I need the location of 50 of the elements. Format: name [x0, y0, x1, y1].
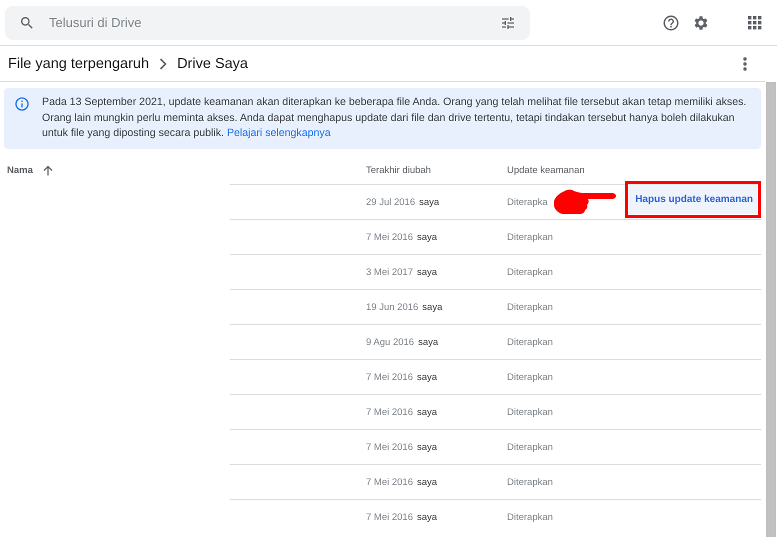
status-text: Diterapkan	[507, 512, 553, 523]
owner-name: saya	[417, 407, 438, 418]
status-text: Diterapkan	[507, 442, 553, 453]
modified-date: 7 Mei 2016	[366, 477, 414, 488]
modified-date: 3 Mei 2017	[366, 267, 414, 278]
column-header[interactable]: Update keamanan	[501, 164, 765, 176]
owner-name: saya	[418, 337, 438, 348]
breadcrumb-item[interactable]: Drive Saya	[177, 56, 248, 72]
owner-name: saya	[417, 232, 438, 243]
owner-name: saya	[417, 267, 438, 278]
search-field[interactable]: Telusuri di Drive	[5, 6, 530, 40]
breadcrumb-item[interactable]: File yang terpengaruh	[8, 56, 150, 72]
status-text: Diterapkan	[507, 372, 553, 383]
sort-up-arrow-icon[interactable]	[42, 164, 53, 176]
status-text: Diterapkan	[507, 477, 553, 488]
info-icon	[14, 96, 30, 112]
apps-grid-icon[interactable]	[748, 16, 762, 30]
owner-name: saya	[417, 512, 438, 523]
banner-text: Pada 13 September 2021, update keamanan akan diterapkan ke beberapa file Anda. Orang yang telah melihat file tersebut akan tetap memiliki akses. Orang lain mungkin perlu meminta akses. Anda dapat menghapus update dari file dan drive tertentu, tetapi tindakan tersebut hanya boleh dilakukan untuk file yang diposting secara publik. Pelajari selengkapnya	[42, 95, 748, 141]
remove-update-button[interactable]: Hapus update keamanan	[629, 185, 757, 214]
status-text: Diterapka	[507, 197, 548, 208]
status-text: Diterapkan	[507, 232, 553, 243]
owner-name: saya	[422, 302, 442, 313]
search-input[interactable]: Telusuri di Drive	[47, 14, 488, 31]
search-icon[interactable]	[19, 14, 35, 30]
settings-icon[interactable]	[692, 14, 710, 32]
owner-name: saya	[417, 442, 438, 453]
chevron-right-icon	[159, 58, 168, 70]
status-text: Diterapkan	[507, 337, 553, 348]
owner-name: saya	[417, 477, 438, 488]
status-text: Diterapkan	[507, 407, 553, 418]
modified-date: 7 Mei 2016	[366, 407, 414, 418]
column-header[interactable]: Terakhir diubah	[360, 164, 501, 176]
status-text: Diterapkan	[507, 302, 553, 313]
modified-date: 7 Mei 2016	[366, 512, 414, 523]
owner-name: saya	[419, 197, 440, 208]
column-header[interactable]: Nama	[7, 164, 33, 176]
status-text: Diterapkan	[507, 267, 553, 278]
learn-more-link[interactable]: Pelajari selengkapnya	[226, 127, 331, 139]
modified-date: 19 Jun 2016	[366, 302, 418, 313]
modified-date: 29 Jul 2016	[366, 197, 416, 208]
help-icon[interactable]	[662, 14, 680, 32]
owner-name: saya	[417, 372, 438, 383]
modified-date: 7 Mei 2016	[366, 232, 414, 243]
modified-date: 7 Mei 2016	[366, 442, 414, 453]
filter-sliders-icon[interactable]	[500, 14, 516, 30]
modified-date: 9 Agu 2016	[366, 337, 414, 348]
more-options-icon[interactable]	[743, 56, 747, 70]
modified-date: 7 Mei 2016	[366, 372, 414, 383]
scrollbar[interactable]	[766, 82, 776, 537]
